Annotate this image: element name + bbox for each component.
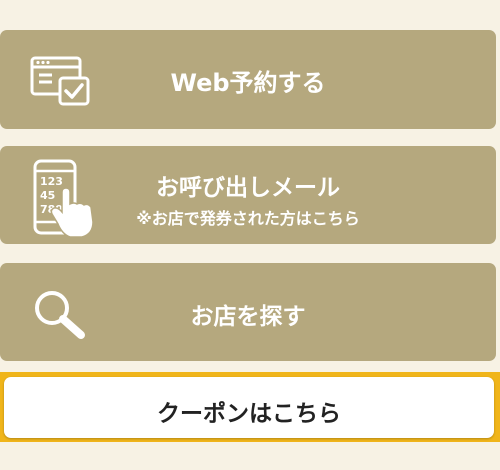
store-search-button[interactable]: お店を探す [0, 263, 496, 361]
store-search-label: お店を探す [190, 304, 306, 330]
call-mail-sublabel: ※お店で発券された方はこちら [136, 209, 360, 228]
call-mail-button[interactable]: 123 45 789 お呼び出しメール ※お店で発券された方はこちら [0, 146, 496, 244]
coupon-label: クーポンはこちら [157, 401, 341, 427]
web-reservation-label: Web予約する [170, 69, 326, 97]
call-mail-label: お呼び出しメール [156, 175, 340, 201]
coupon-button[interactable]: クーポンはこちら [4, 377, 494, 438]
coupon-highlight-frame: クーポンはこちら [0, 372, 500, 442]
web-reservation-button[interactable]: Web予約する [0, 30, 496, 129]
